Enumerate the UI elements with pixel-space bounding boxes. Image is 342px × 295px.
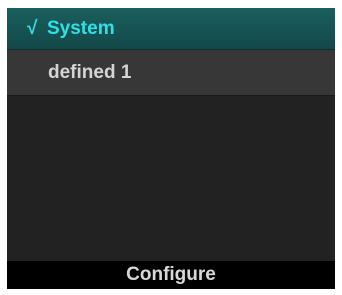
menu-item-label: System (47, 17, 115, 39)
menu-item-system[interactable]: √ System (7, 8, 335, 50)
configure-softkey[interactable]: Configure (126, 264, 216, 286)
softkey-bar: Configure (7, 261, 335, 289)
menu-item-defined-1[interactable]: defined 1 (7, 50, 335, 96)
check-icon: √ (27, 17, 38, 39)
phone-screen: √ System defined 1 Configure (7, 8, 335, 289)
menu-item-label: defined 1 (48, 61, 132, 83)
menu-list: √ System defined 1 (7, 8, 335, 96)
